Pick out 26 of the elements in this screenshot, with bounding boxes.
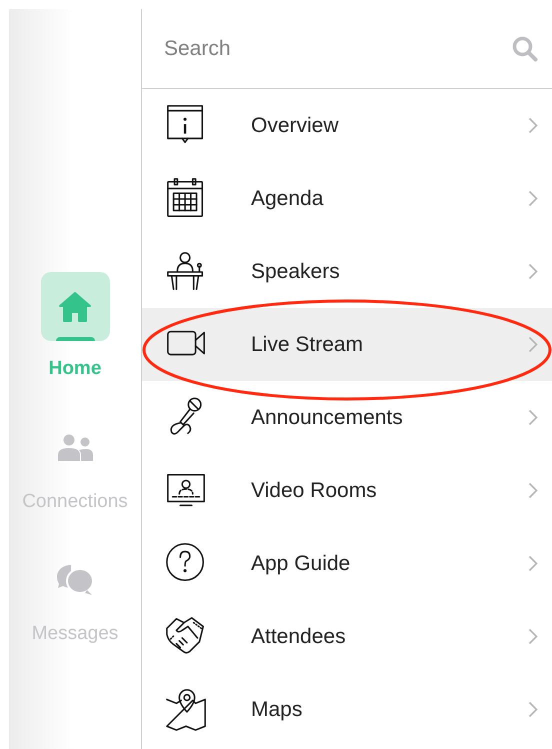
- search-icon: [512, 36, 538, 62]
- chevron-right-icon: [528, 263, 538, 280]
- chevron-right-icon: [528, 701, 538, 718]
- menu-label: Announcements: [251, 404, 404, 431]
- map-pin-icon: [164, 688, 208, 732]
- chevron-right-icon: [528, 482, 538, 499]
- menu-label: Attendees: [251, 624, 347, 650]
- chevron-right-icon: [528, 117, 538, 134]
- search-field[interactable]: Search: [164, 32, 512, 64]
- menu-label: Live Stream: [251, 332, 364, 358]
- selected-indicator: [56, 337, 94, 341]
- chevron-right-icon: [528, 409, 538, 426]
- menu-label: Video Rooms: [251, 478, 378, 504]
- chevron-right-icon: [528, 555, 538, 572]
- chat-bubbles-icon: [56, 564, 93, 596]
- chevron-right-icon: [528, 336, 538, 353]
- menu-label: Speakers: [251, 258, 341, 285]
- chevron-right-icon: [528, 628, 538, 645]
- menu-item[interactable]: Live Stream: [142, 308, 552, 381]
- menu-label: App Guide: [251, 550, 352, 577]
- home-icon: [58, 290, 92, 322]
- menu-label: Overview: [251, 112, 340, 139]
- menu-label: Maps: [251, 696, 304, 723]
- chevron-right-icon: [528, 190, 538, 207]
- menu-label: Agenda: [251, 186, 324, 212]
- people-icon: [58, 434, 92, 461]
